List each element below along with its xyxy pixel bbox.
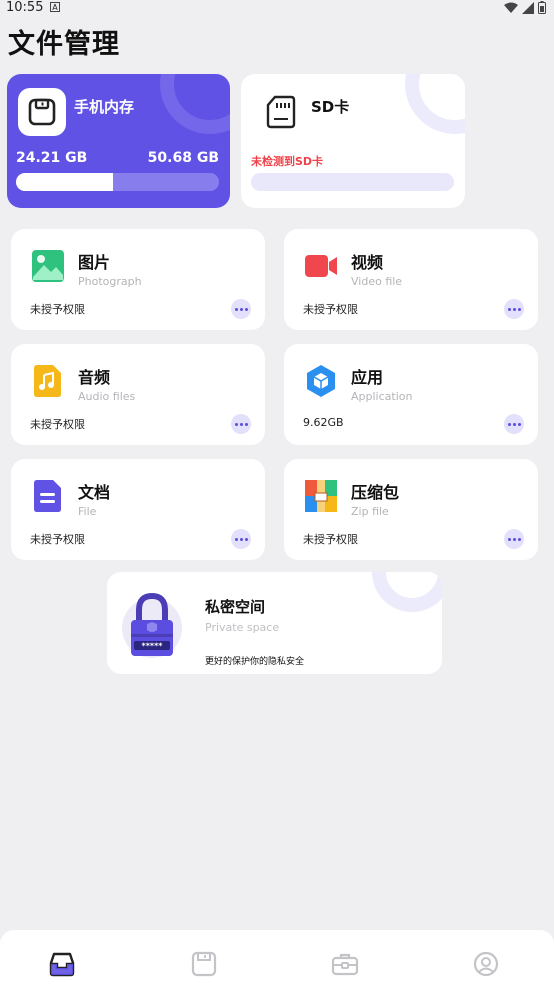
music-icon xyxy=(34,365,61,397)
floppy-disk-icon xyxy=(28,98,56,126)
category-card-document[interactable]: 文档 File 未授予权限 xyxy=(11,459,265,560)
nav-item-storage[interactable] xyxy=(190,950,218,978)
private-space-description: 更好的保护你的隐私安全 xyxy=(205,657,305,667)
category-subtitle: File xyxy=(78,505,97,518)
more-button[interactable] xyxy=(504,299,524,319)
category-subtitle: Zip file xyxy=(351,505,389,518)
category-name: 压缩包 xyxy=(351,483,400,502)
private-space-subtitle: Private space xyxy=(205,621,280,634)
category-card-video[interactable]: 视频 Video file 未授予权限 xyxy=(284,229,538,330)
category-subtitle: Video file xyxy=(351,275,403,288)
status-bar: 10:55 A xyxy=(0,0,554,16)
sd-storage-status: 未检测到SD卡 xyxy=(251,155,324,168)
category-subtitle: Application xyxy=(351,390,413,403)
category-name: 视频 xyxy=(351,253,384,272)
page-title: 文件管理 xyxy=(8,29,120,60)
phone-storage-icon-box xyxy=(18,88,66,136)
padlock-icon: ***** xyxy=(122,592,182,658)
category-subtitle: Audio files xyxy=(78,390,136,403)
category-status: 未授予权限 xyxy=(303,533,358,546)
phone-storage-name: 手机内存 xyxy=(74,98,135,116)
sd-storage-name: SD卡 xyxy=(311,98,350,116)
category-name: 音频 xyxy=(78,368,111,387)
category-status: 未授予权限 xyxy=(30,418,85,431)
more-button[interactable] xyxy=(504,414,524,434)
category-card-photo[interactable]: 图片 Photograph 未授予权限 xyxy=(11,229,265,330)
category-card-audio[interactable]: 音频 Audio files 未授予权限 xyxy=(11,344,265,445)
category-status: 未授予权限 xyxy=(30,303,85,316)
video-camera-icon xyxy=(305,255,337,277)
category-name: 文档 xyxy=(78,483,111,502)
bottom-nav xyxy=(0,930,554,995)
decorative-ring xyxy=(160,74,230,134)
sd-storage-icon-box xyxy=(257,88,305,136)
status-time: 10:55 xyxy=(6,0,44,15)
category-status: 未授予权限 xyxy=(30,533,85,546)
more-button[interactable] xyxy=(231,414,251,434)
category-card-app[interactable]: 应用 Application 9.62GB xyxy=(284,344,538,445)
phone-storage-card[interactable]: 手机内存 24.21 GB 50.68 GB xyxy=(7,74,230,208)
signal-icon xyxy=(522,1,534,14)
decorative-ring xyxy=(405,74,465,134)
category-subtitle: Photograph xyxy=(78,275,142,288)
notification-icon: A xyxy=(50,2,60,12)
more-button[interactable] xyxy=(231,299,251,319)
password-mask: ***** xyxy=(142,642,164,651)
nav-item-profile[interactable] xyxy=(472,950,500,978)
private-space-name: 私密空间 xyxy=(205,598,266,616)
phone-storage-progress-fill xyxy=(16,173,114,191)
category-status: 9.62GB xyxy=(303,416,344,429)
private-space-card[interactable]: ***** 私密空间 Private space 更好的保护你的隐私安全 xyxy=(107,572,442,674)
inbox-icon xyxy=(49,952,75,977)
sd-storage-progress xyxy=(251,173,454,191)
phone-storage-total: 50.68 GB xyxy=(147,150,219,166)
wifi-icon xyxy=(504,2,518,13)
zip-archive-icon xyxy=(305,480,337,512)
more-button[interactable] xyxy=(504,529,524,549)
nav-item-tools[interactable] xyxy=(331,950,359,978)
category-status: 未授予权限 xyxy=(303,303,358,316)
nav-item-files[interactable] xyxy=(48,950,76,978)
sd-storage-card[interactable]: SD卡 未检测到SD卡 xyxy=(241,74,465,208)
battery-icon xyxy=(538,1,546,14)
app-cube-icon xyxy=(307,365,335,397)
category-name: 图片 xyxy=(78,253,111,272)
decorative-ring xyxy=(372,572,442,612)
more-button[interactable] xyxy=(231,529,251,549)
sd-card-icon xyxy=(266,95,296,129)
phone-storage-progress xyxy=(16,173,219,191)
category-card-zip[interactable]: 压缩包 Zip file 未授予权限 xyxy=(284,459,538,560)
phone-storage-used: 24.21 GB xyxy=(16,150,88,166)
category-name: 应用 xyxy=(351,368,384,387)
user-circle-icon xyxy=(473,951,499,977)
floppy-disk-icon xyxy=(191,951,217,977)
document-icon xyxy=(34,480,61,512)
toolbox-icon xyxy=(331,953,359,976)
image-icon xyxy=(32,250,64,282)
status-icons xyxy=(504,1,546,14)
